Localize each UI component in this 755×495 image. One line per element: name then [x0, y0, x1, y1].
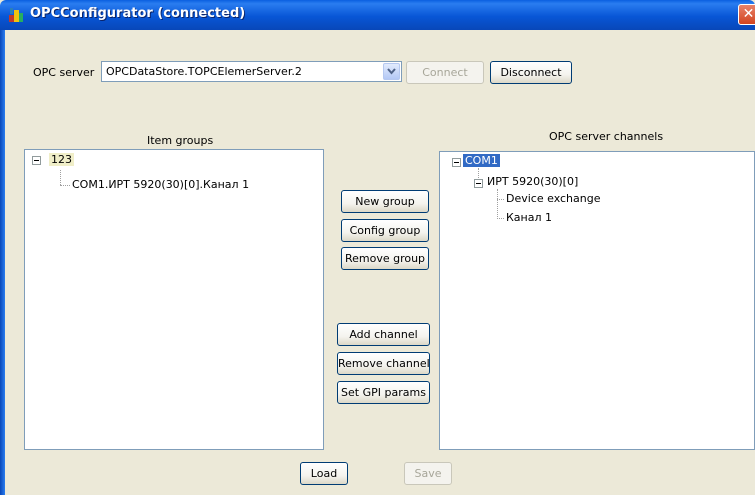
title-bar[interactable]: OPCConfigurator (connected) ✕: [0, 0, 755, 30]
collapse-icon[interactable]: [32, 156, 41, 165]
group-channel-node[interactable]: COM1.ИРТ 5920(30)[0].Канал 1: [72, 178, 249, 191]
tree-connector: [478, 168, 479, 178]
close-icon: ✕: [742, 6, 755, 22]
channel-leaf-node[interactable]: Канал 1: [506, 211, 552, 224]
chevron-down-icon[interactable]: [383, 63, 400, 80]
add-channel-button[interactable]: Add channel: [337, 323, 430, 346]
group-node-123[interactable]: 123: [49, 153, 74, 166]
item-groups-tree[interactable]: 123 COM1.ИРТ 5920(30)[0].Канал 1: [24, 149, 324, 450]
config-group-button[interactable]: Config group: [341, 219, 429, 242]
collapse-icon[interactable]: [452, 158, 461, 167]
set-gpi-params-button[interactable]: Set GPI params: [337, 381, 430, 404]
remove-channel-button[interactable]: Remove channel: [337, 352, 430, 375]
connect-button[interactable]: Connect: [406, 61, 484, 84]
window-title: OPCConfigurator (connected): [30, 6, 246, 21]
channel-node-com1[interactable]: COM1: [463, 154, 500, 167]
opc-channels-title: OPC server channels: [549, 130, 664, 143]
device-node[interactable]: ИРТ 5920(30)[0]: [487, 175, 578, 188]
device-exchange-node[interactable]: Device exchange: [506, 192, 601, 205]
window-frame: [0, 30, 5, 495]
tree-connector: [60, 185, 70, 186]
tree-connector: [497, 199, 504, 200]
tree-connector: [60, 170, 61, 185]
opc-server-select[interactable]: OPCDataStore.TOPCElemerServer.2: [101, 61, 402, 82]
tree-connector: [497, 189, 498, 219]
opc-server-value: OPCDataStore.TOPCElemerServer.2: [106, 65, 302, 78]
load-button[interactable]: Load: [300, 462, 348, 485]
new-group-button[interactable]: New group: [341, 190, 429, 213]
collapse-icon[interactable]: [474, 179, 483, 188]
app-icon: [8, 7, 24, 23]
remove-group-button[interactable]: Remove group: [341, 247, 429, 270]
tree-connector: [497, 218, 504, 219]
opc-server-label: OPC server: [33, 66, 95, 79]
close-button[interactable]: ✕: [738, 4, 755, 25]
disconnect-button[interactable]: Disconnect: [490, 61, 572, 84]
item-groups-title: Item groups: [147, 134, 214, 147]
save-button[interactable]: Save: [404, 462, 452, 485]
opc-channels-tree[interactable]: COM1 ИРТ 5920(30)[0] Device exchange Кан…: [439, 151, 755, 450]
